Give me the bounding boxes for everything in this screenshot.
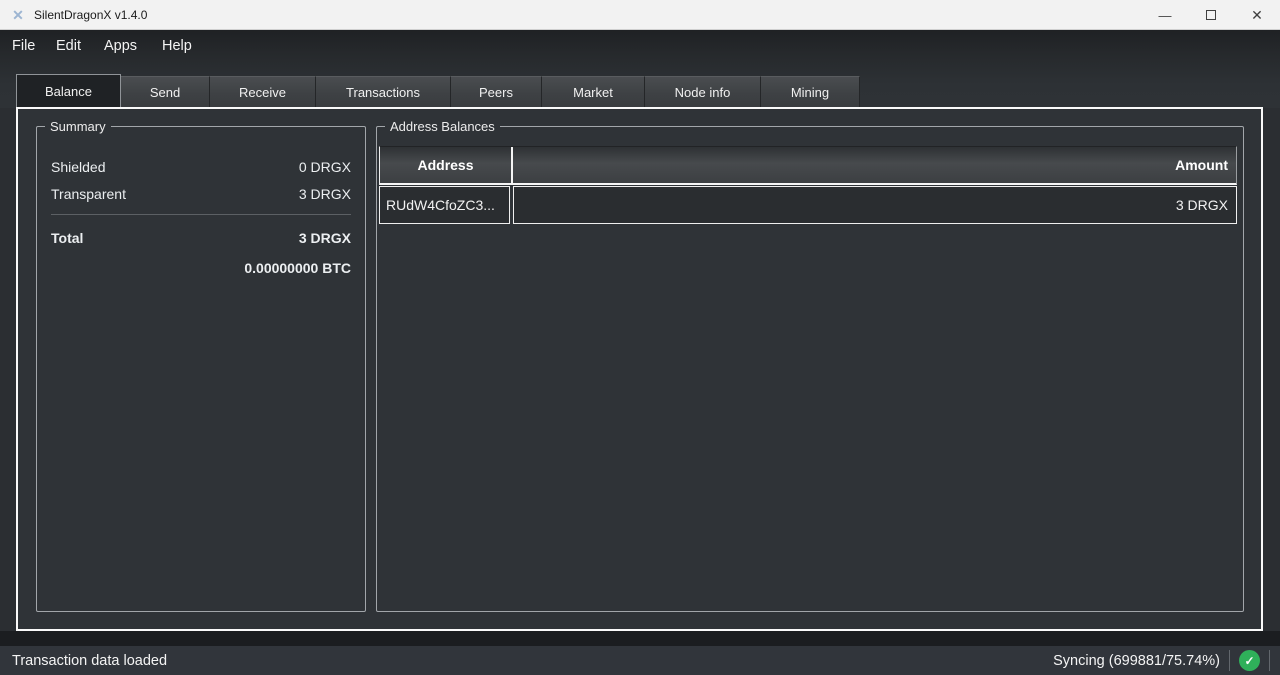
total-value: 3 DRGX <box>299 230 351 246</box>
menubar: File Edit Apps Help <box>0 30 1280 62</box>
tab-node-info[interactable]: Node info <box>645 76 761 108</box>
tabbar: Balance Send Receive Transactions Peers … <box>16 74 860 108</box>
total-label: Total <box>51 230 83 246</box>
menu-file[interactable]: File <box>12 30 35 62</box>
address-balances-table: Address Amount RUdW4CfoZC3... 3 DRGX <box>379 146 1237 224</box>
shielded-label: Shielded <box>51 159 106 175</box>
status-message: Transaction data loaded <box>12 653 167 669</box>
menu-apps[interactable]: Apps <box>104 30 137 62</box>
summary-row-shielded: Shielded 0 DRGX <box>51 153 351 180</box>
transparent-label: Transparent <box>51 186 126 202</box>
total-btc-value: 0.00000000 BTC <box>51 260 351 276</box>
transparent-value: 3 DRGX <box>299 186 351 202</box>
summary-row-transparent: Transparent 3 DRGX <box>51 180 351 207</box>
tab-send[interactable]: Send <box>121 76 210 108</box>
summary-row-total: Total 3 DRGX <box>51 224 351 251</box>
minimize-button[interactable]: — <box>1142 0 1188 30</box>
tab-balance[interactable]: Balance <box>16 74 121 108</box>
summary-divider <box>51 214 351 215</box>
summary-group-title: Summary <box>45 118 111 135</box>
sync-status-text: Syncing (699881/75.74%) <box>1053 653 1220 669</box>
summary-groupbox: Summary Shielded 0 DRGX Transparent 3 DR… <box>36 126 366 612</box>
amount-cell[interactable]: 3 DRGX <box>513 186 1237 224</box>
app-window: ✕ SilentDragonX v1.4.0 — ✕ File Edit App… <box>0 0 1280 675</box>
minimize-icon: — <box>1159 8 1172 23</box>
check-icon: ✓ <box>1244 654 1254 668</box>
window-controls: — ✕ <box>1142 0 1280 30</box>
shielded-value: 0 DRGX <box>299 159 351 175</box>
tab-mining[interactable]: Mining <box>761 76 860 108</box>
tab-peers[interactable]: Peers <box>451 76 542 108</box>
titlebar: ✕ SilentDragonX v1.4.0 — ✕ <box>0 0 1280 30</box>
status-separator <box>1269 650 1270 671</box>
close-icon: ✕ <box>1251 7 1263 24</box>
maximize-button[interactable] <box>1188 0 1234 30</box>
tab-receive[interactable]: Receive <box>210 76 316 108</box>
balance-tab-page: Summary Shielded 0 DRGX Transparent 3 DR… <box>16 107 1263 631</box>
chrome-band: File Edit Apps Help Balance Send Receive… <box>0 30 1280 108</box>
summary-body: Shielded 0 DRGX Transparent 3 DRGX Total… <box>37 127 365 276</box>
status-separator <box>1229 650 1230 671</box>
menu-help[interactable]: Help <box>162 30 192 62</box>
window-title: SilentDragonX v1.4.0 <box>34 8 147 22</box>
menu-edit[interactable]: Edit <box>56 30 81 62</box>
column-header-address[interactable]: Address <box>380 147 511 183</box>
address-balances-groupbox: Address Balances Address Amount RUdW4Cfo… <box>376 126 1244 612</box>
column-header-amount[interactable]: Amount <box>513 147 1236 183</box>
table-header: Address Amount <box>379 146 1237 185</box>
maximize-icon <box>1206 10 1216 20</box>
bottom-band <box>0 631 1280 646</box>
app-icon: ✕ <box>10 7 26 23</box>
status-right-group: Syncing (699881/75.74%) ✓ <box>1053 646 1270 675</box>
tab-transactions[interactable]: Transactions <box>316 76 451 108</box>
address-cell[interactable]: RUdW4CfoZC3... <box>379 186 510 224</box>
address-balances-group-title: Address Balances <box>385 118 500 135</box>
table-row[interactable]: RUdW4CfoZC3... 3 DRGX <box>379 186 1237 224</box>
close-button[interactable]: ✕ <box>1234 0 1280 30</box>
connection-check-icon: ✓ <box>1239 650 1260 671</box>
statusbar: Transaction data loaded Syncing (699881/… <box>0 646 1280 675</box>
tab-market[interactable]: Market <box>542 76 645 108</box>
